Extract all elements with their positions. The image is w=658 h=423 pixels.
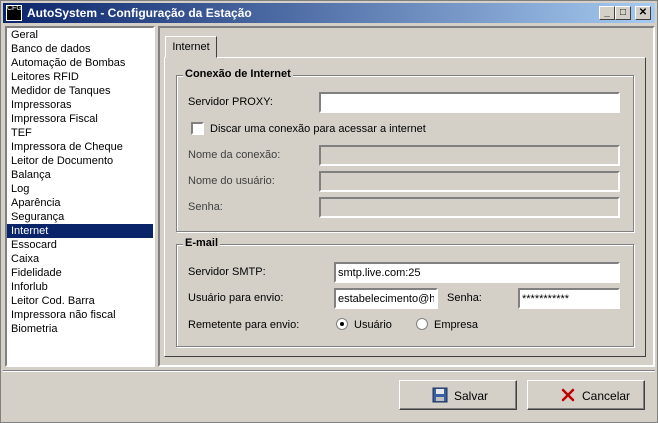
list-item-geral[interactable]: Geral xyxy=(7,28,153,42)
list-item-banco-de-dados[interactable]: Banco de dados xyxy=(7,42,153,56)
radio-usuario[interactable] xyxy=(336,318,348,330)
email-group-title: E-mail xyxy=(183,237,221,249)
maximize-button[interactable]: □ xyxy=(615,6,631,20)
password-input[interactable] xyxy=(319,197,620,218)
dial-connection-checkbox[interactable] xyxy=(191,122,204,135)
list-item-caixa[interactable]: Caixa xyxy=(7,252,153,266)
smtp-label: Servidor SMTP: xyxy=(188,266,266,278)
connection-name-label: Nome da conexão: xyxy=(188,149,281,161)
user-name-input[interactable] xyxy=(319,171,620,192)
app-icon: CFG xyxy=(6,5,22,21)
internet-connection-group-title: Conexão de Internet xyxy=(183,68,293,80)
list-item-leitores-rfid[interactable]: Leitores RFID xyxy=(7,70,153,84)
minimize-button[interactable]: _ xyxy=(599,6,615,20)
list-item-medidor-de-tanques[interactable]: Medidor de Tanques xyxy=(7,84,153,98)
connection-name-input[interactable] xyxy=(319,145,620,166)
cancel-button-label: Cancelar xyxy=(582,389,631,403)
dial-connection-label[interactable]: Discar uma conexão para acessar a intern… xyxy=(210,123,426,135)
list-item-internet[interactable]: Internet xyxy=(7,224,153,238)
list-item-impressora-fiscal[interactable]: Impressora Fiscal xyxy=(7,112,153,126)
floppy-disk-icon xyxy=(432,387,448,403)
list-item-fidelidade[interactable]: Fidelidade xyxy=(7,266,153,280)
app-window: CFG AutoSystem - Configuração da Estação… xyxy=(0,0,658,423)
radio-empresa[interactable] xyxy=(416,318,428,330)
cancel-x-icon xyxy=(561,388,575,402)
list-item-essocard[interactable]: Essocard xyxy=(7,238,153,252)
password-label: Senha: xyxy=(188,201,223,213)
list-item-leitor-de-documento[interactable]: Leitor de Documento xyxy=(7,154,153,168)
radio-usuario-label[interactable]: Usuário xyxy=(354,319,392,331)
user-name-label: Nome do usuário: xyxy=(188,175,275,187)
list-item-log[interactable]: Log xyxy=(7,182,153,196)
sender-user-input[interactable] xyxy=(334,288,438,309)
radio-selected-dot xyxy=(340,322,344,326)
footer-separator xyxy=(3,370,655,372)
smtp-input[interactable] xyxy=(334,262,620,283)
save-button[interactable]: Salvar xyxy=(399,380,517,410)
list-item-seguranca[interactable]: Segurança xyxy=(7,210,153,224)
list-item-impressoras[interactable]: Impressoras xyxy=(7,98,153,112)
list-item-biometria[interactable]: Biometria xyxy=(7,322,153,336)
list-item-tef[interactable]: TEF xyxy=(7,126,153,140)
list-item-impressora-nao-fiscal[interactable]: Impressora não fiscal xyxy=(7,308,153,322)
list-item-impressora-de-cheque[interactable]: Impressora de Cheque xyxy=(7,140,153,154)
proxy-input[interactable] xyxy=(319,92,620,113)
proxy-label: Servidor PROXY: xyxy=(188,96,273,108)
list-item-inforlub[interactable]: Inforlub xyxy=(7,280,153,294)
radio-empresa-label[interactable]: Empresa xyxy=(434,319,478,331)
close-button[interactable]: ✕ xyxy=(635,6,651,20)
list-item-leitor-cod-barra[interactable]: Leitor Cod. Barra xyxy=(7,294,153,308)
save-button-label: Salvar xyxy=(454,389,489,403)
email-password-input[interactable] xyxy=(518,288,620,309)
list-item-automacao-de-bombas[interactable]: Automação de Bombas xyxy=(7,56,153,70)
email-password-label: Senha: xyxy=(447,292,482,304)
cancel-button[interactable]: Cancelar xyxy=(527,380,645,410)
sender-user-label: Usuário para envio: xyxy=(188,292,284,304)
tab-internet[interactable]: Internet xyxy=(165,36,217,58)
list-item-aparencia[interactable]: Aparência xyxy=(7,196,153,210)
list-item-balanca[interactable]: Balança xyxy=(7,168,153,182)
category-list[interactable]: Geral Banco de dados Automação de Bombas… xyxy=(5,26,155,367)
title-bar[interactable]: CFG AutoSystem - Configuração da Estação… xyxy=(3,3,655,23)
sender-type-label: Remetente para envio: xyxy=(188,319,300,331)
window-title: AutoSystem - Configuração da Estação xyxy=(27,6,252,20)
